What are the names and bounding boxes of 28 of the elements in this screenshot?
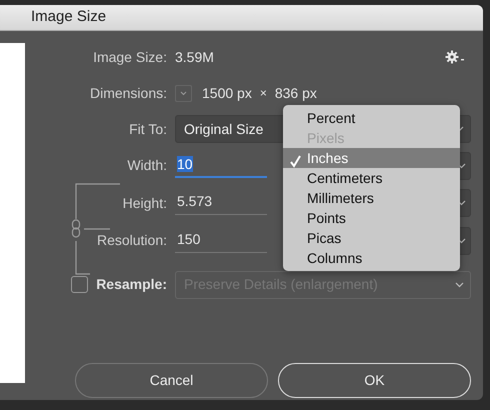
chevron-icon (455, 282, 464, 288)
image-size-label: Image Size: (92, 48, 168, 67)
menu-item[interactable]: Columns (283, 248, 460, 268)
chevron-icon (180, 90, 187, 96)
menu-item[interactable]: Picas (283, 228, 460, 248)
resolution-field[interactable]: 150 (175, 228, 267, 253)
gear-menu-icon[interactable] (445, 50, 465, 64)
height-field[interactable]: 5.573 (175, 191, 267, 216)
times-sign: × (260, 85, 267, 102)
cancel-button[interactable]: Cancel (75, 362, 268, 398)
dimensions-dropdown[interactable] (175, 84, 192, 102)
dimensions-label: Dimensions: (88, 84, 168, 102)
menu-item[interactable]: Millimeters (283, 188, 460, 208)
window-title: Image Size (31, 7, 106, 28)
menu-item[interactable]: Centimeters (283, 168, 460, 188)
image-size-value: 3.59M (175, 48, 214, 66)
width-label: Width: (126, 156, 168, 176)
fit-to-label: Fit To: (128, 120, 168, 138)
height-label: Height: (122, 194, 168, 213)
dimension-value: 1500 px (202, 84, 252, 103)
dimension-value: 836 px (274, 84, 317, 103)
width-field[interactable]: 10 (175, 154, 267, 178)
ok-button[interactable]: OK (278, 362, 471, 398)
menu-item[interactable]: Points (283, 208, 460, 228)
resolution-label: Resolution: (96, 231, 168, 250)
menu-item[interactable]: Percent (283, 108, 460, 128)
resample-label: Resample: (96, 275, 167, 294)
menu-item[interactable]: Inches (283, 148, 460, 168)
